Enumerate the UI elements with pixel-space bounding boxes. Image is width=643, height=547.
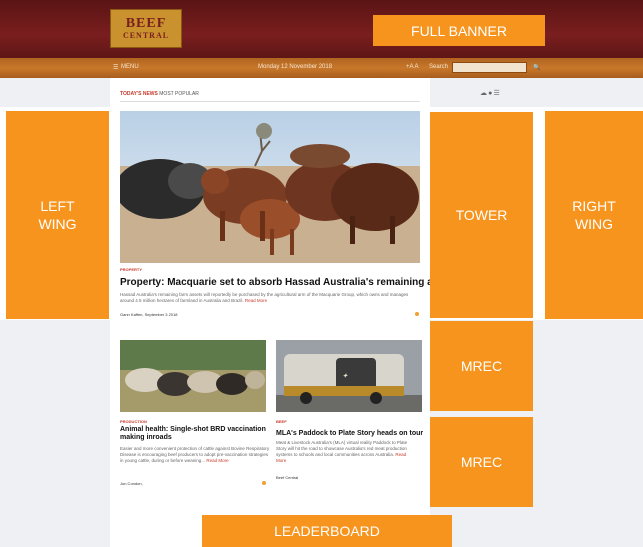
menu-button[interactable]: MENU xyxy=(121,64,139,70)
search-input[interactable] xyxy=(452,62,527,73)
story-right-summary-text: Meat & Livestock Australia's (MLA) virtu… xyxy=(276,440,408,457)
left-wing-ad[interactable]: LEFT WING xyxy=(6,111,109,319)
full-banner-label: FULL BANNER xyxy=(411,22,507,39)
settings-icon[interactable]: ☰ xyxy=(493,90,499,97)
story-left-image[interactable] xyxy=(120,340,266,412)
tower-ad[interactable]: TOWER xyxy=(430,112,533,318)
site-header xyxy=(0,0,643,58)
site-logo[interactable]: BEEF CENTRAL xyxy=(110,9,182,48)
story-left-summary: Easier and more convenient protection of… xyxy=(120,446,270,464)
lead-story-summary: Hassad Australia's remaining farm assets… xyxy=(120,292,420,304)
story-left-read-more[interactable]: Read More xyxy=(206,458,228,463)
nav-bar: ☰ MENU Monday 12 November 2018 +A A Sear… xyxy=(0,58,643,78)
right-wing-label: RIGHT WING xyxy=(572,198,616,232)
weather-icon[interactable]: ☁ xyxy=(480,90,487,97)
mrec-ad-1[interactable]: MREC xyxy=(430,321,533,411)
story-right-title[interactable]: MLA's Paddock to Plate Story heads on to… xyxy=(276,430,426,438)
search-icon[interactable]: 🔍 xyxy=(533,64,540,71)
lead-story-category[interactable]: PROPERTY xyxy=(120,267,142,272)
mrec-1-label: MREC xyxy=(460,358,503,374)
tower-label: TOWER xyxy=(455,207,508,223)
logo-line2: CENTRAL xyxy=(122,30,170,40)
mrec-2-label: MREC xyxy=(460,454,503,470)
story-right-summary: Meat & Livestock Australia's (MLA) virtu… xyxy=(276,440,416,464)
tab-todays-news[interactable]: TODAY'S NEWS xyxy=(120,91,158,97)
story-left-category[interactable]: PRODUCTION xyxy=(120,419,147,424)
tab-most-popular[interactable]: MOST POPULAR xyxy=(159,91,199,97)
toolbar-icons: ☁ ● ☰ xyxy=(480,89,500,97)
lead-story-image[interactable] xyxy=(120,111,420,263)
story-right-image[interactable]: ✦ xyxy=(276,340,422,412)
logo-line1: BEEF xyxy=(125,15,167,31)
lead-story-title[interactable]: Property: Macquarie set to absorb Hassad… xyxy=(120,277,458,288)
lead-story-byline: Gann Kaffen, September 3 2018 xyxy=(120,312,178,317)
menu-icon[interactable]: ☰ xyxy=(113,64,118,71)
news-tabs: TODAY'S NEWS MOST POPULAR xyxy=(120,91,199,97)
current-date: Monday 12 November 2018 xyxy=(258,64,333,70)
story-left-byline: Jon Condon, xyxy=(120,481,143,486)
share-icon[interactable]: ● xyxy=(488,90,492,97)
text-size-control[interactable]: +A A xyxy=(406,64,419,70)
lead-story-read-more[interactable]: Read More xyxy=(245,298,267,303)
comment-icon[interactable] xyxy=(415,312,419,316)
tabs-divider xyxy=(120,101,420,102)
leaderboard-label: LEADERBOARD xyxy=(274,523,380,539)
story-right-byline: Beef Central xyxy=(276,475,299,480)
leaderboard-ad[interactable]: LEADERBOARD xyxy=(202,515,452,547)
right-wing-ad[interactable]: RIGHT WING xyxy=(545,111,643,319)
mrec-ad-2[interactable]: MREC xyxy=(430,417,533,507)
full-banner-ad[interactable]: FULL BANNER xyxy=(373,15,545,46)
left-wing-label: LEFT WING xyxy=(38,198,77,232)
story-left-summary-text: Easier and more convenient protection of… xyxy=(120,446,270,463)
story-right-category[interactable]: BEEF xyxy=(276,419,287,424)
story-left-comment-icon[interactable] xyxy=(262,481,266,485)
story-left-title[interactable]: Animal health: Single-shot BRD vaccinati… xyxy=(120,426,270,442)
search-label: Search xyxy=(429,64,449,70)
